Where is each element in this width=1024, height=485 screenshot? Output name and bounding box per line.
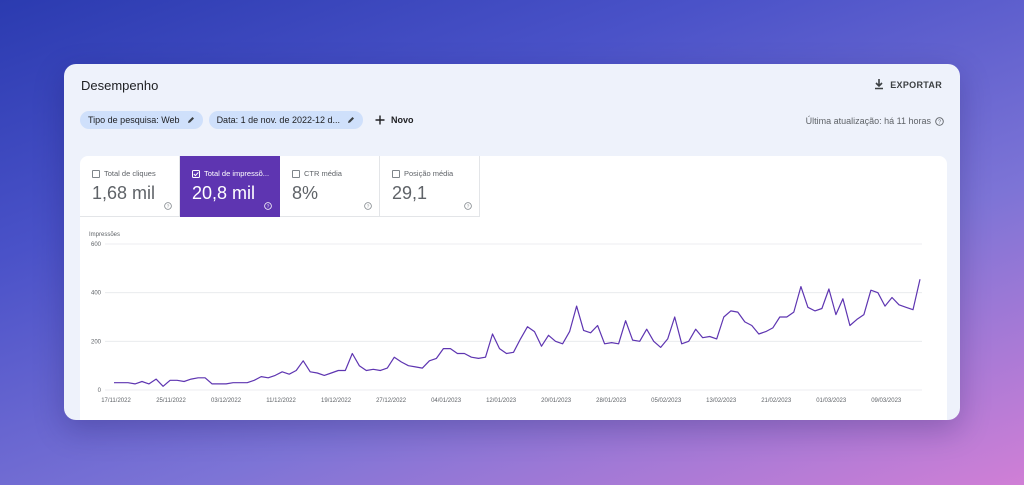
help-icon[interactable]: ? xyxy=(935,116,944,126)
y-tick-label: 600 xyxy=(91,242,102,248)
x-tick-label: 19/12/2022 xyxy=(321,398,352,404)
x-tick-label: 27/12/2022 xyxy=(376,398,407,404)
plus-icon xyxy=(375,115,385,125)
x-tick-label: 03/12/2022 xyxy=(211,398,242,404)
search-type-filter-chip[interactable]: Tipo de pesquisa: Web xyxy=(80,111,203,129)
last-update-text: Última atualização: há 11 horas xyxy=(805,116,931,126)
y-axis-title: Impressões xyxy=(89,232,120,238)
x-tick-label: 17/11/2022 xyxy=(101,398,131,404)
x-tick-label: 20/01/2023 xyxy=(541,398,572,404)
impressions-chart: Impressões 0 200 400 600 17/11/2022 25/11/2022… xyxy=(89,232,922,404)
x-tick-label: 11/12/2022 xyxy=(266,398,296,404)
date-filter-chip[interactable]: Data: 1 de nov. de 2022-12 d... xyxy=(208,111,363,129)
x-tick-label: 01/03/2023 xyxy=(816,398,847,404)
x-tick-label: 05/02/2023 xyxy=(651,398,682,404)
performance-panel: Desempenho EXPORTAR Tipo de pesquisa: We… xyxy=(64,64,960,420)
date-filter-label: Data: 1 de nov. de 2022-12 d... xyxy=(216,115,340,125)
new-filter-label: Novo xyxy=(390,115,414,125)
download-icon xyxy=(875,79,884,90)
x-tick-label: 04/01/2023 xyxy=(431,398,462,404)
filter-bar: Tipo de pesquisa: Web Data: 1 de nov. de… xyxy=(80,111,413,129)
y-tick-label: 0 xyxy=(98,388,102,394)
edit-icon xyxy=(347,117,354,123)
export-button[interactable]: EXPORTAR xyxy=(874,79,942,90)
x-tick-label: 21/02/2023 xyxy=(761,398,792,404)
search-type-filter-label: Tipo de pesquisa: Web xyxy=(88,115,180,125)
edit-icon xyxy=(187,117,194,123)
x-tick-label: 13/02/2023 xyxy=(706,398,737,404)
page-title: Desempenho xyxy=(81,78,159,93)
svg-text:?: ? xyxy=(938,119,941,125)
export-label: EXPORTAR xyxy=(890,79,942,90)
y-tick-label: 400 xyxy=(91,291,102,297)
x-tick-label: 25/11/2022 xyxy=(156,398,186,404)
last-update: Última atualização: há 11 horas ? xyxy=(806,116,944,126)
series-line-impressions xyxy=(114,279,921,387)
new-filter-button[interactable]: Novo xyxy=(375,115,414,125)
y-tick-label: 200 xyxy=(91,339,102,345)
x-tick-label: 28/01/2023 xyxy=(596,398,627,404)
x-tick-label: 09/03/2023 xyxy=(871,398,902,404)
x-tick-label: 12/01/2023 xyxy=(486,398,517,404)
